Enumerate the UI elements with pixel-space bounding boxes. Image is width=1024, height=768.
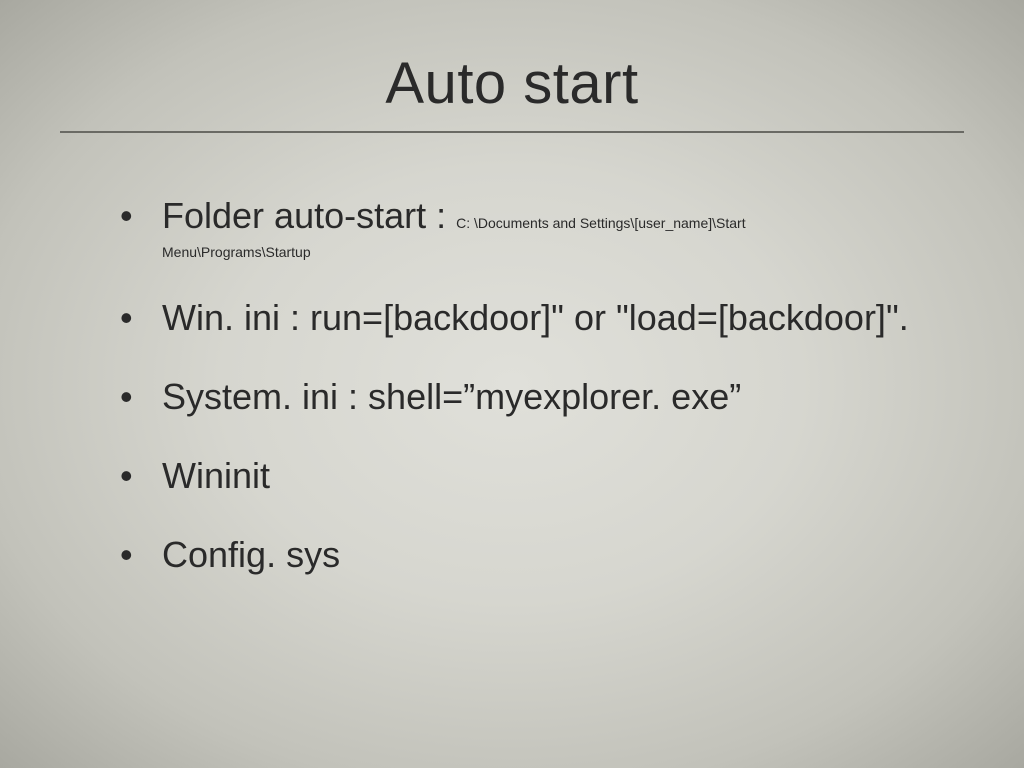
slide: Auto start Folder auto-start : C: \Docum… xyxy=(0,0,1024,768)
list-item: Config. sys xyxy=(120,532,944,577)
bullet-main: Config. sys xyxy=(162,534,340,575)
list-item: System. ini : shell=”myexplorer. exe” xyxy=(120,374,944,419)
list-item: Win. ini : run=[backdoor]" or "load=[bac… xyxy=(120,295,944,340)
slide-title: Auto start xyxy=(60,50,964,133)
bullet-main: Win. ini : run=[backdoor]" or "load=[bac… xyxy=(162,297,909,338)
slide-content: Folder auto-start : C: \Documents and Se… xyxy=(60,193,964,577)
bullet-detail: C: \Documents and Settings\[user_name]\S… xyxy=(456,215,745,231)
bullet-detail-2: Menu\Programs\Startup xyxy=(162,244,944,261)
bullet-main: System. ini : shell=”myexplorer. exe” xyxy=(162,376,741,417)
bullet-main: Wininit xyxy=(162,455,270,496)
list-item: Wininit xyxy=(120,453,944,498)
list-item: Folder auto-start : C: \Documents and Se… xyxy=(120,193,944,261)
bullet-list: Folder auto-start : C: \Documents and Se… xyxy=(120,193,944,577)
bullet-main: Folder auto-start : xyxy=(162,195,456,236)
